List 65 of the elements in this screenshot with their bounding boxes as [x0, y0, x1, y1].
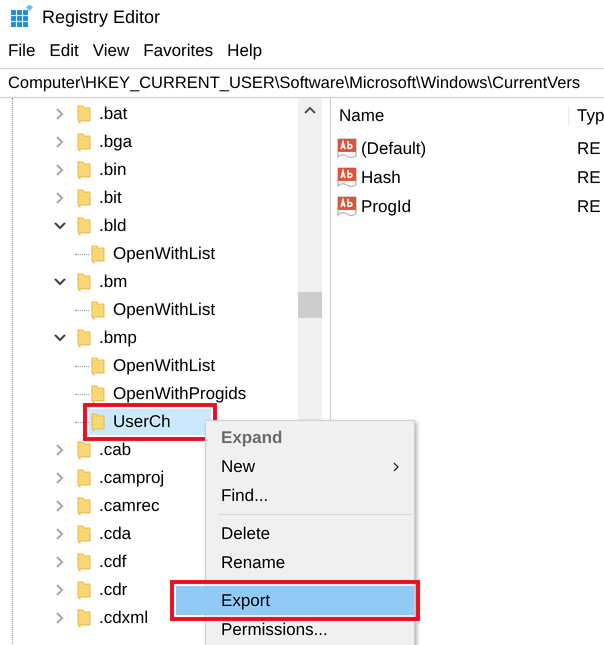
column-header[interactable]: Name — [331, 106, 569, 126]
menu-item[interactable]: Find... — [206, 481, 414, 510]
folder-icon — [77, 188, 91, 208]
folder-icon — [77, 160, 91, 180]
value-type: RE — [576, 138, 601, 158]
string-value-icon — [336, 196, 358, 218]
value-name[interactable]: Hash — [361, 168, 401, 188]
folder-icon — [91, 300, 105, 320]
tree-item[interactable]: .bin — [75, 157, 130, 183]
menu-item[interactable]: Favorites — [143, 41, 214, 61]
tree-item[interactable]: .cda — [75, 521, 136, 547]
tree-item[interactable]: .bat — [75, 101, 132, 127]
menu-item[interactable]: Edit — [49, 41, 79, 61]
value-name[interactable]: ProgId — [361, 196, 412, 216]
menu-item[interactable]: Delete — [206, 519, 414, 548]
folder-icon — [77, 216, 91, 236]
menu-item[interactable]: New — [206, 452, 414, 481]
menu-item[interactable]: View — [92, 41, 130, 61]
value-type: RE — [576, 196, 601, 216]
folder-icon — [77, 580, 91, 600]
tree-item[interactable]: .bit — [75, 185, 126, 211]
string-value-icon — [336, 138, 358, 160]
string-value-icon — [336, 166, 358, 188]
value-name[interactable]: (Default) — [361, 138, 426, 158]
tree-item[interactable]: OpenWithList — [89, 297, 220, 323]
menu-item[interactable]: Help — [227, 41, 262, 61]
tree-item[interactable]: .camproj — [75, 465, 168, 491]
tree-item[interactable]: .cdf — [75, 549, 130, 575]
tree-item[interactable]: .bm — [75, 269, 132, 295]
value-type: RE — [576, 168, 601, 188]
folder-icon — [91, 244, 105, 264]
window-title: Registry Editor — [42, 6, 160, 28]
folder-icon — [77, 524, 91, 544]
folder-icon — [91, 412, 105, 432]
folder-icon — [77, 608, 91, 628]
folder-icon — [77, 272, 91, 292]
registry-app-icon — [10, 5, 34, 29]
tree-item[interactable]: .bga — [75, 129, 136, 155]
menu-item[interactable]: File — [8, 41, 36, 61]
menu-item[interactable]: Rename — [206, 548, 414, 577]
folder-icon — [77, 468, 91, 488]
folder-icon — [91, 384, 105, 404]
tree-item[interactable]: .camrec — [75, 493, 164, 519]
tree-item[interactable]: OpenWithList — [89, 353, 220, 379]
tree-item[interactable]: OpenWithProgids — [89, 381, 250, 407]
folder-icon — [77, 104, 91, 124]
tree-item[interactable]: .bmp — [75, 325, 141, 351]
folder-icon — [77, 440, 91, 460]
scroll-thumb[interactable] — [298, 292, 322, 318]
menu-item[interactable]: Permissions... — [206, 615, 414, 644]
tree-item[interactable]: .cdr — [75, 577, 132, 603]
tree-item[interactable]: .cab — [75, 437, 136, 463]
folder-icon — [77, 552, 91, 572]
address-field[interactable]: Computer\HKEY_CURRENT_USER\Software\Microsoft\Windows\CurrentVers — [0, 68, 604, 98]
folder-icon — [77, 132, 91, 152]
scroll-up-icon[interactable] — [304, 106, 316, 114]
menu-item[interactable]: Export — [176, 586, 414, 615]
tree-item[interactable]: UserCh — [89, 409, 211, 435]
folder-icon — [77, 328, 91, 348]
folder-icon — [91, 356, 105, 376]
folder-icon — [77, 496, 91, 516]
tree-item[interactable]: .bld — [75, 213, 130, 239]
column-header[interactable]: Typ — [569, 106, 604, 126]
tree-item[interactable]: OpenWithList — [89, 241, 220, 267]
tree-item[interactable]: .cdxml — [75, 605, 152, 631]
